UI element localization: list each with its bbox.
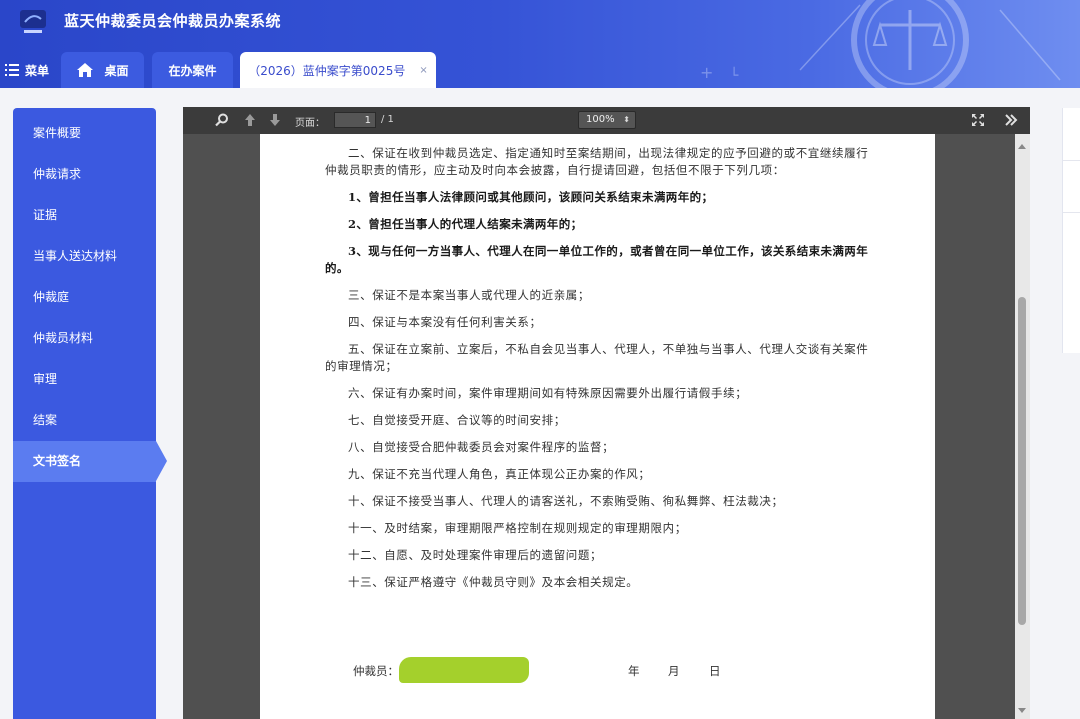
tab-active-cases[interactable]: 在办案件: [152, 52, 233, 88]
page-total: / 1: [381, 114, 394, 125]
tab-case-document[interactable]: （2026）蓝仲案字第0025号 ×: [240, 52, 436, 88]
menu-label: 菜单: [25, 63, 50, 78]
more-tools-icon[interactable]: [1004, 113, 1018, 127]
sidebar: 案件概要 仲裁请求 证据 当事人送达材料 仲裁庭 仲裁员材料 审理 结案 文书签…: [13, 108, 167, 719]
document-paragraph: 十二、自愿、及时处理案件审理后的遗留问题；: [348, 548, 603, 562]
document-paragraph: 七、自觉接受开庭、合议等的时间安排；: [348, 413, 566, 427]
signature-day: 日: [709, 664, 721, 678]
document-paragraph: 五、保证在立案前、立案后，不私自会见当事人、代理人，不单独与当事人、代理人交谈有…: [325, 342, 869, 373]
sidebar-item-closing[interactable]: 结案: [13, 400, 156, 441]
home-icon: [77, 63, 94, 77]
panel-divider: [1063, 160, 1080, 161]
menu-list-icon: [5, 64, 19, 76]
page-label: 页面：: [295, 118, 325, 129]
scroll-down-icon[interactable]: [1018, 708, 1026, 713]
pdf-toolbar: 页面： / 1 100% ⬍: [183, 107, 1030, 134]
document-paragraph: 九、保证不充当代理人角色，真正体现公正办案的作风；: [348, 467, 651, 481]
sidebar-item-arbitrator-materials[interactable]: 仲裁员材料: [13, 318, 156, 359]
document-paragraph: 十一、及时结案，审理期限严格控制在规则规定的审理期限内；: [348, 521, 687, 535]
sidebar-item-party-materials[interactable]: 当事人送达材料: [13, 236, 156, 277]
tab-label: 在办案件: [168, 63, 217, 78]
sidebar-item-hearing[interactable]: 审理: [13, 359, 156, 400]
pdf-scrollbar[interactable]: [1015, 134, 1030, 719]
zoom-select[interactable]: 100% ⬍: [578, 111, 636, 129]
tab-desktop[interactable]: 桌面: [61, 52, 144, 88]
search-icon[interactable]: [215, 113, 229, 127]
sidebar-item-arbitration-claims[interactable]: 仲裁请求: [13, 154, 156, 195]
redacted-signature: [399, 657, 529, 683]
document-paragraph: 八、自觉接受合肥仲裁委员会对案件程序的监督；: [348, 440, 615, 454]
sidebar-item-evidence[interactable]: 证据: [13, 195, 156, 236]
svg-text:+: +: [700, 63, 713, 82]
tab-label: 桌面: [104, 63, 129, 78]
document-body: 二、保证在收到仲裁员选定、指定通知时至案结期间，出现法律规定的应予回避的或不宜继…: [325, 145, 873, 601]
document-paragraph: 六、保证有办案时间，案件审理期间如有特殊原因需要外出履行请假手续；: [348, 386, 748, 400]
close-icon[interactable]: ×: [419, 65, 427, 76]
document-paragraph: 四、保证与本案没有任何利害关系；: [348, 315, 542, 329]
next-page-icon[interactable]: [269, 113, 281, 127]
page-number-input[interactable]: [334, 112, 376, 128]
fullscreen-icon[interactable]: [971, 113, 985, 127]
document-paragraph: 1、曾担任当事人法律顾问或其他顾问，该顾问关系结束未满两年的；: [348, 190, 714, 204]
document-paragraph: 2、曾担任当事人的代理人结案未满两年的；: [348, 217, 583, 231]
scrollbar-thumb[interactable]: [1018, 297, 1026, 625]
menu-button[interactable]: 菜单: [5, 60, 49, 80]
sidebar-item-document-signing[interactable]: 文书签名: [13, 441, 167, 482]
panel-divider: [1063, 212, 1080, 213]
zoom-caret-icon: ⬍: [623, 115, 630, 124]
right-side-panel: [1062, 108, 1080, 353]
svg-text:└: └: [730, 67, 739, 84]
document-paragraph: 三、保证不是本案当事人或代理人的近亲属；: [348, 288, 590, 302]
signature-line: 仲裁员： 年 月 日: [353, 657, 873, 683]
document-paragraph: 3、现与任何一方当事人、代理人在同一单位工作的，或者曾在同一单位工作，该关系结束…: [325, 244, 869, 275]
scroll-up-icon[interactable]: [1018, 144, 1026, 149]
pdf-page: 二、保证在收到仲裁员选定、指定通知时至案结期间，出现法律规定的应予回避的或不宜继…: [260, 134, 935, 719]
pdf-viewer: 页面： / 1 100% ⬍ 二、保证在收到仲裁员选定、指定通知时至案结期间，出…: [183, 107, 1030, 719]
signature-label: 仲裁员：: [353, 664, 399, 678]
sidebar-item-case-summary[interactable]: 案件概要: [13, 113, 156, 154]
previous-page-icon[interactable]: [244, 113, 256, 127]
signature-year: 年: [628, 664, 640, 678]
scales-of-justice-decoration-icon: + └: [700, 0, 1061, 88]
app-logo-icon: [20, 10, 46, 33]
zoom-value: 100%: [586, 114, 615, 125]
document-paragraph: 十、保证不接受当事人、代理人的请客送礼，不索贿受贿、徇私舞弊、枉法裁决；: [348, 494, 784, 508]
pdf-page-area: 二、保证在收到仲裁员选定、指定通知时至案结期间，出现法律规定的应予回避的或不宜继…: [183, 134, 1030, 719]
tab-label: （2026）蓝仲案字第0025号: [248, 63, 406, 78]
document-paragraph: 十三、保证严格遵守《仲裁员守则》及本会相关规定。: [348, 575, 639, 589]
document-paragraph: 二、保证在收到仲裁员选定、指定通知时至案结期间，出现法律规定的应予回避的或不宜继…: [325, 146, 869, 177]
sidebar-item-tribunal[interactable]: 仲裁庭: [13, 277, 156, 318]
signature-month: 月: [668, 664, 680, 678]
app-title: 蓝天仲裁委员会仲裁员办案系统: [64, 12, 282, 30]
